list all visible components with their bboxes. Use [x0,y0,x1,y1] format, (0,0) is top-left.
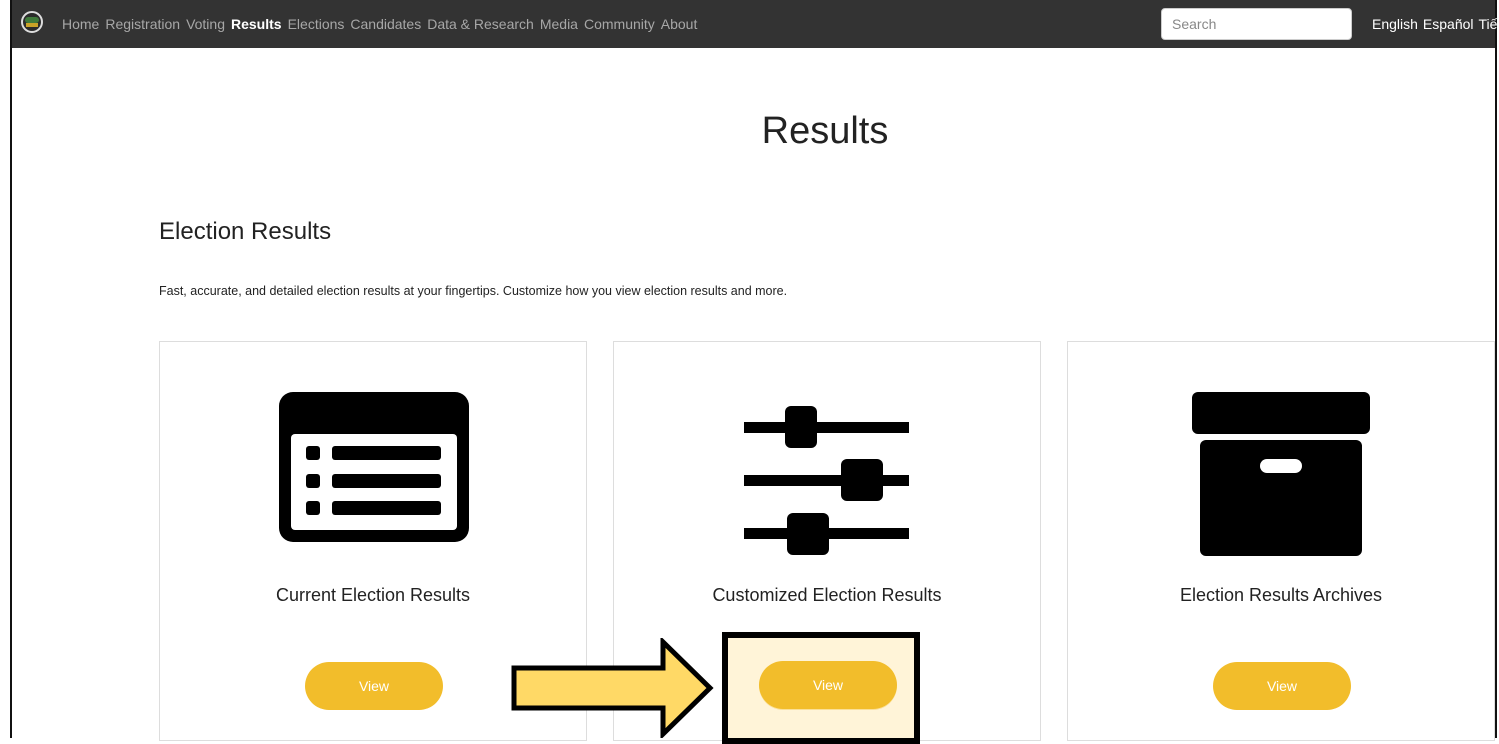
nav-item-candidates[interactable]: Candidates [350,16,421,32]
nav-item-voting[interactable]: Voting [186,16,225,32]
nav-item-elections[interactable]: Elections [288,16,345,32]
language-switcher: English Español Tiế [1372,0,1499,48]
section-description: Fast, accurate, and detailed election re… [159,284,788,298]
sliders-icon [744,406,909,555]
card-title: Election Results Archives [1179,585,1383,605]
nav-item-community[interactable]: Community [584,16,655,32]
lang-english[interactable]: English [1372,16,1418,32]
archive-box-icon [1192,392,1370,556]
site-logo[interactable] [21,11,43,33]
view-customized-results-button-highlighted[interactable]: View [759,661,897,709]
arrow-right-icon [511,638,714,738]
nav-item-home[interactable]: Home [62,16,99,32]
nav-item-registration[interactable]: Registration [105,16,180,32]
page-title: Results [761,110,889,152]
nav-item-media[interactable]: Media [540,16,578,32]
card-title: Current Election Results [275,585,471,605]
view-current-results-button[interactable]: View [305,662,443,710]
view-archives-button[interactable]: View [1213,662,1351,710]
search-input[interactable] [1161,8,1352,40]
nav-item-data-research[interactable]: Data & Research [427,16,534,32]
lang-vietnamese[interactable]: Tiế [1479,16,1498,32]
list-icon [279,392,469,542]
section-title: Election Results [159,218,332,245]
card-title: Customized Election Results [712,585,942,605]
nav-item-results[interactable]: Results [231,16,282,32]
nav-item-about[interactable]: About [661,16,698,32]
nav-links: Home Registration Voting Results Electio… [62,0,703,48]
top-navbar: Home Registration Voting Results Electio… [12,0,1497,48]
card-results-archives: Election Results Archives View [1067,341,1495,741]
lang-espanol[interactable]: Español [1423,16,1474,32]
